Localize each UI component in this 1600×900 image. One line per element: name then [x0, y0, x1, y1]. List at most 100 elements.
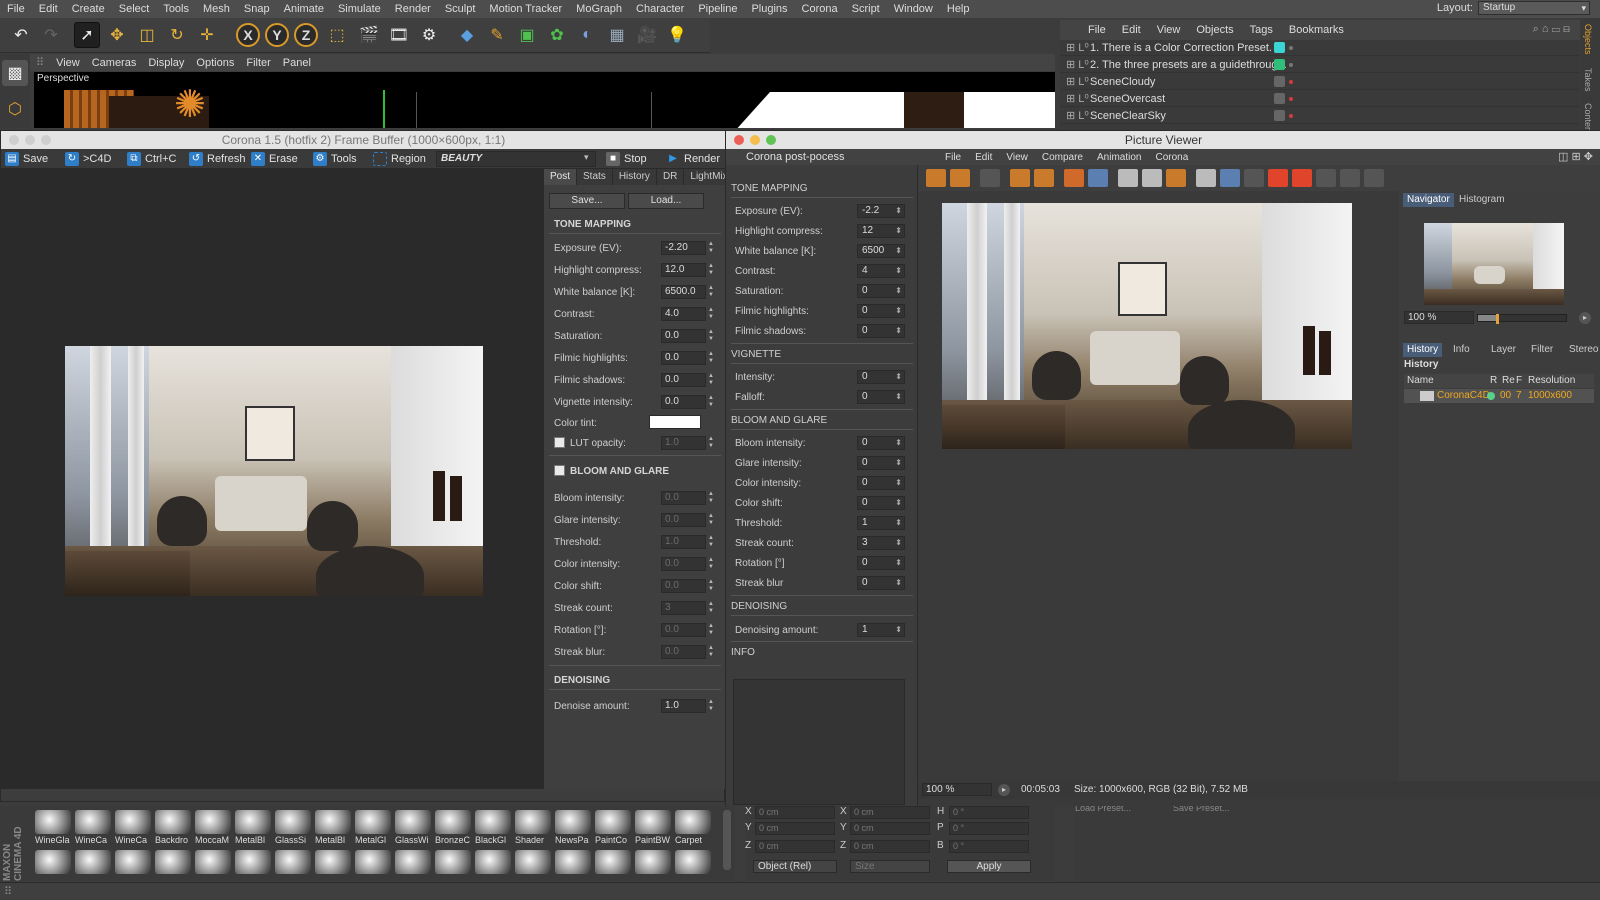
spinner-icon[interactable]: ▲ ▼ [707, 645, 715, 659]
spinner-icon[interactable]: ▲ ▼ [707, 285, 715, 299]
material-swatch[interactable] [515, 810, 551, 834]
material-swatch[interactable] [195, 810, 231, 834]
om-menu-file[interactable]: File [1080, 24, 1114, 36]
tab-filter[interactable]: Filter [1527, 343, 1557, 357]
pv-menu-edit[interactable]: Edit [968, 152, 999, 163]
material-swatch[interactable] [435, 810, 471, 834]
tab-history[interactable]: History [613, 169, 657, 185]
fb-save-button[interactable]: ▤ Save [5, 151, 48, 167]
person-icon[interactable] [1034, 169, 1054, 187]
pv-menu-corona[interactable]: Corona [1148, 152, 1195, 163]
crop-icon[interactable] [1010, 169, 1030, 187]
fb-lut-opacity-input[interactable]: 1.0 [661, 436, 706, 450]
pp-rotation-input[interactable]: 0 [857, 556, 905, 570]
pp-denoise-input[interactable]: 1 [857, 623, 905, 637]
material-swatch[interactable] [675, 850, 711, 874]
menu-render[interactable]: Render [388, 0, 438, 18]
menu-sculpt[interactable]: Sculpt [438, 0, 483, 18]
viewport-menu-display[interactable]: Display [142, 57, 190, 69]
viewport-menu-panel[interactable]: Panel [277, 57, 317, 69]
om-row-scene-clear-sky[interactable]: ⊞ L⁰ SceneClearSky [1060, 108, 1580, 124]
object-mode-icon[interactable]: ⬡ [2, 96, 28, 122]
render-view-icon[interactable]: 🎬 [356, 22, 382, 48]
channel-icon[interactable] [1118, 169, 1138, 187]
tab-histogram[interactable]: Histogram [1455, 193, 1509, 207]
spinner-icon[interactable]: ▲ ▼ [707, 513, 715, 527]
om-menu-tags[interactable]: Tags [1242, 24, 1281, 36]
pp-contrast-input[interactable]: 4 [857, 264, 905, 278]
spinner-icon[interactable]: ▲ ▼ [707, 699, 715, 713]
fb-to-c4d-button[interactable]: ↻ >C4D [65, 151, 111, 167]
material-swatch[interactable] [475, 810, 511, 834]
fb-color-shift-input[interactable]: 0.0 [661, 579, 706, 593]
spinner-icon[interactable]: ▲ ▼ [707, 623, 715, 637]
pv-window-controls-icon[interactable]: ◫ ⊞ ✥ [1558, 150, 1593, 163]
material-swatch[interactable] [395, 850, 431, 874]
floor-icon[interactable]: ▦ [604, 22, 630, 48]
menu-help[interactable]: Help [940, 0, 977, 18]
menu-mesh[interactable]: Mesh [196, 0, 237, 18]
material-swatch[interactable] [675, 810, 711, 834]
fb-region-button[interactable]: Region [373, 151, 426, 167]
navigator-zoom-slider[interactable] [1477, 314, 1567, 324]
tab-history-list[interactable]: History [1403, 343, 1443, 357]
pv-menu-compare[interactable]: Compare [1035, 152, 1090, 163]
coord-size-select[interactable]: Size [850, 860, 930, 873]
coord-rotation-p[interactable]: 0 ° [949, 822, 1029, 835]
channel-icon[interactable] [1142, 169, 1162, 187]
save-preset-button[interactable]: Save Preset... [1173, 806, 1248, 814]
model-mode-icon[interactable]: ▩ [2, 60, 28, 86]
material-swatch[interactable] [555, 810, 591, 834]
fb-stop-button[interactable]: ■ Stop [606, 151, 647, 167]
pp-saturation-input[interactable]: 0 [857, 284, 905, 298]
layout-select[interactable]: Startup [1478, 1, 1590, 15]
material-swatch[interactable] [315, 850, 351, 874]
material-swatch[interactable] [355, 810, 391, 834]
fb-lut-checkbox[interactable] [554, 437, 565, 448]
copy-icon[interactable] [1064, 169, 1084, 187]
x-axis-lock-icon[interactable]: X [236, 23, 260, 47]
fb-exposure-input[interactable]: -2.20 [661, 241, 706, 255]
undo-icon[interactable]: ↶ [8, 22, 34, 48]
material-swatch[interactable] [275, 850, 311, 874]
tab-stereo[interactable]: Stereo [1565, 343, 1600, 357]
channel-select[interactable]: BEAUTY [436, 151, 596, 167]
pp-glare-intensity-input[interactable]: 0 [857, 456, 905, 470]
render-settings-icon[interactable]: ⚙ [416, 22, 442, 48]
compare-icon[interactable] [1220, 169, 1240, 187]
pp-white-balance-input[interactable]: 6500 [857, 244, 905, 258]
om-menu-objects[interactable]: Objects [1188, 24, 1241, 36]
fb-contrast-input[interactable]: 4.0 [661, 307, 706, 321]
frame-buffer-image-view[interactable] [1, 169, 544, 789]
tab-post[interactable]: Post [544, 169, 578, 185]
fb-highlight-compress-input[interactable]: 12.0 [661, 263, 706, 277]
fb-color-intensity-input[interactable]: 0.0 [661, 557, 706, 571]
menu-pipeline[interactable]: Pipeline [691, 0, 744, 18]
fb-filmic-shadows-input[interactable]: 0.0 [661, 373, 706, 387]
fb-render-button[interactable]: ▶ Render [666, 151, 720, 167]
fb-streak-blur-input[interactable]: 0.0 [661, 645, 706, 659]
fb-load-preset-button[interactable]: Load... [628, 193, 704, 209]
om-search-icon[interactable]: ⌕ ⌂ ▭ ⊟ [1533, 23, 1570, 36]
pp-highlight-compress-input[interactable]: 12 [857, 224, 905, 238]
pp-exposure-input[interactable]: -2.2 [857, 204, 905, 218]
compare-icon[interactable] [1244, 169, 1264, 187]
transform-icon[interactable]: ✛ [194, 22, 220, 48]
menu-simulate[interactable]: Simulate [331, 0, 388, 18]
close-icon[interactable] [734, 135, 744, 145]
material-swatch[interactable] [315, 810, 351, 834]
pp-streak-count-input[interactable]: 3 [857, 536, 905, 550]
material-swatch[interactable] [195, 850, 231, 874]
scale-icon[interactable]: ◫ [134, 22, 160, 48]
spinner-icon[interactable]: ▲ ▼ [707, 579, 715, 593]
tab-dr[interactable]: DR [657, 169, 685, 185]
pv-menu-view[interactable]: View [999, 152, 1035, 163]
tab-navigator[interactable]: Navigator [1403, 193, 1454, 207]
spinner-icon[interactable]: ▲ ▼ [707, 395, 715, 409]
fb-color-tint-swatch[interactable] [649, 415, 701, 429]
navigator-arrow-icon[interactable]: ▸ [1579, 312, 1591, 324]
om-row-scene-cloudy[interactable]: ⊞ L⁰ SceneCloudy [1060, 74, 1580, 90]
pv-menu-file[interactable]: File [938, 152, 968, 163]
history-row[interactable]: CoronaC4D 00 7 1000x600 [1404, 389, 1594, 403]
tab-stats[interactable]: Stats [577, 169, 613, 185]
